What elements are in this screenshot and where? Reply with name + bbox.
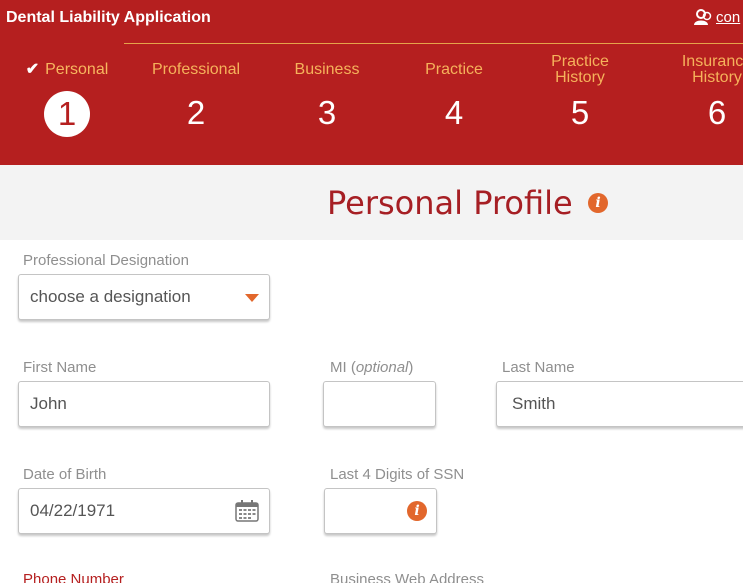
mi-label: MI (optional): [330, 359, 414, 376]
optional-note: optional: [355, 359, 409, 376]
step-label: Insurance History: [681, 53, 743, 86]
user-link-label[interactable]: con: [716, 9, 740, 26]
step-personal[interactable]: ✔ Personal 1: [12, 53, 122, 137]
checkmark-icon: ✔: [25, 61, 40, 78]
step-number: 3: [317, 94, 337, 131]
step-number: 1: [44, 91, 90, 137]
step-label: Professional: [151, 61, 241, 78]
first-name-value: John: [30, 394, 67, 413]
last-name-field[interactable]: Smith: [496, 381, 743, 427]
ssn-label: Last 4 Digits of SSN: [330, 466, 465, 483]
user-icon: [694, 9, 712, 25]
step-practice-history[interactable]: Practice History 5: [525, 53, 635, 133]
designation-value: choose a designation: [30, 287, 191, 306]
step-label: Practice History: [551, 53, 609, 86]
dob-field[interactable]: 04/22/1971: [18, 488, 270, 534]
mi-field[interactable]: [323, 381, 436, 427]
step-business[interactable]: Business 3: [272, 53, 382, 133]
step-label: ✔ Personal: [25, 61, 109, 78]
ssn-info-icon[interactable]: i: [407, 501, 427, 521]
ssn-field[interactable]: i: [324, 488, 437, 534]
step-label: Practice: [425, 61, 483, 78]
step-number: 6: [707, 94, 727, 131]
page-title: Personal Profile: [327, 184, 573, 222]
info-icon[interactable]: i: [588, 193, 608, 213]
step-insurance-history[interactable]: Insurance History 6: [662, 53, 743, 133]
step-number: 4: [444, 94, 464, 131]
step-progress-line: [124, 43, 743, 44]
designation-select[interactable]: choose a designation: [18, 274, 270, 320]
last-name-label: Last Name: [502, 359, 575, 376]
app-title: Dental Liability Application: [6, 9, 211, 26]
step-number: 5: [570, 94, 590, 131]
first-name-label: First Name: [23, 359, 97, 376]
app-header: Dental Liability Application con ✔ Person…: [0, 0, 743, 165]
web-address-label: Business Web Address: [330, 571, 484, 583]
phone-label: Phone Number: [23, 571, 124, 583]
dob-label: Date of Birth: [23, 466, 107, 483]
first-name-field[interactable]: John: [18, 381, 270, 427]
step-label: Business: [294, 61, 360, 78]
dob-value: 04/22/1971: [30, 501, 116, 520]
step-practice[interactable]: Practice 4: [399, 53, 509, 133]
user-account-link[interactable]: con: [693, 9, 740, 26]
designation-label: Professional Designation: [23, 252, 189, 269]
last-name-value: Smith: [512, 394, 556, 413]
chevron-down-icon: [245, 294, 259, 302]
calendar-icon[interactable]: [235, 500, 259, 522]
step-professional[interactable]: Professional 2: [141, 53, 251, 133]
step-number: 2: [186, 94, 206, 131]
